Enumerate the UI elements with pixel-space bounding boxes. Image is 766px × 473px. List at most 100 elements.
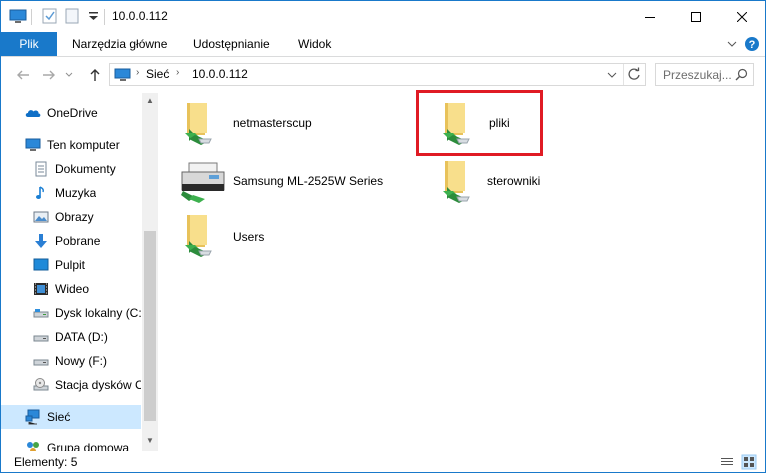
close-button[interactable] — [719, 1, 765, 32]
up-button[interactable] — [85, 66, 105, 84]
title-divider — [104, 9, 105, 25]
item-label: Users — [233, 230, 265, 244]
arrow-left-icon — [17, 70, 29, 80]
nav-item-cd-drive[interactable]: Stacja dysków C — [1, 373, 141, 397]
chevron-down-icon — [727, 41, 737, 47]
nav-item-network[interactable]: Sieć — [1, 405, 141, 429]
item-count: Elementy: 5 — [14, 455, 78, 469]
item-label: netmasterscup — [233, 116, 312, 130]
video-icon — [34, 283, 48, 295]
details-view-icon[interactable] — [719, 454, 735, 470]
tab-home[interactable]: Narzędzia główne — [60, 32, 179, 56]
tab-share[interactable]: Udostępnianie — [181, 32, 282, 56]
cd-drive-icon — [33, 378, 49, 391]
nav-item-drive-c[interactable]: Dysk lokalny (C:) — [1, 301, 141, 325]
content-item-sterowniki[interactable]: sterowniki — [437, 157, 587, 207]
downloads-icon — [35, 234, 47, 248]
search-input[interactable]: Przeszukaj... — [655, 63, 754, 86]
search-placeholder: Przeszukaj... — [663, 68, 732, 82]
network-icon — [25, 409, 40, 425]
crumb-separator: › — [136, 67, 140, 78]
nav-label: Ten komputer — [47, 138, 120, 152]
nav-item-homegroup[interactable]: Grupa domowa — [1, 436, 141, 451]
shared-folder-icon — [443, 161, 470, 203]
nav-item-this-pc[interactable]: Ten komputer — [1, 133, 141, 157]
network-icon — [114, 68, 131, 81]
this-pc-icon[interactable] — [9, 7, 27, 25]
nav-item-downloads[interactable]: Pobrane — [1, 229, 141, 253]
address-divider — [623, 64, 624, 85]
nav-scrollbar[interactable]: ▲ ▼ — [142, 93, 158, 451]
nav-item-drive-d[interactable]: DATA (D:) — [1, 325, 141, 349]
customize-qa-icon[interactable] — [85, 7, 103, 25]
nav-item-videos[interactable]: Wideo — [1, 277, 141, 301]
nav-label: Dokumenty — [55, 162, 116, 176]
nav-label: Muzyka — [55, 186, 97, 200]
tab-file[interactable]: Plik — [1, 32, 57, 56]
nav-item-drive-f[interactable]: Nowy (F:) — [1, 349, 141, 373]
chevron-down-icon — [65, 72, 73, 77]
pictures-icon — [33, 211, 49, 223]
printer-icon — [181, 162, 225, 203]
breadcrumb-network[interactable]: Sieć — [146, 67, 169, 81]
content-item-users[interactable]: Users — [179, 211, 329, 261]
navigation-pane: OneDrive Ten komputer Dokumenty Muzyka O… — [1, 93, 158, 451]
shared-folder-icon — [185, 215, 212, 257]
window-title: 10.0.0.112 — [112, 9, 168, 23]
nav-label: Nowy (F:) — [55, 354, 107, 368]
nav-item-documents[interactable]: Dokumenty — [1, 157, 141, 181]
nav-item-music[interactable]: Muzyka — [1, 181, 141, 205]
nav-item-desktop[interactable]: Pulpit — [1, 253, 141, 277]
recent-locations-button[interactable] — [63, 66, 75, 84]
scroll-down-button[interactable]: ▼ — [142, 433, 158, 449]
item-label: sterowniki — [487, 174, 541, 188]
help-icon: ? — [745, 37, 759, 51]
new-folder-icon[interactable] — [63, 7, 81, 25]
address-bar[interactable]: › Sieć › 10.0.0.112 — [109, 63, 646, 86]
address-history-button[interactable] — [607, 68, 619, 82]
homegroup-icon — [27, 442, 39, 451]
nav-label: Obrazy — [55, 210, 94, 224]
scroll-up-button[interactable]: ▲ — [142, 93, 158, 109]
drive-icon — [33, 359, 49, 366]
content-item-netmasterscup[interactable]: netmasterscup — [179, 99, 369, 149]
drive-icon — [33, 335, 49, 342]
address-row: › Sieć › 10.0.0.112 Przeszukaj... — [1, 58, 765, 92]
nav-label: Stacja dysków C — [55, 378, 141, 392]
properties-icon[interactable] — [41, 7, 59, 25]
content-item-printer[interactable]: Samsung ML-2525W Series — [179, 157, 429, 207]
arrow-right-icon — [43, 70, 55, 80]
nav-item-onedrive[interactable]: OneDrive — [1, 101, 141, 125]
scroll-thumb[interactable] — [144, 231, 156, 421]
maximize-button[interactable] — [673, 1, 719, 32]
nav-label: Wideo — [55, 282, 90, 296]
shared-folder-icon — [185, 103, 212, 145]
content-pane: netmasterscup pliki Samsung ML-2525W Ser… — [159, 90, 765, 451]
back-button[interactable] — [13, 66, 33, 84]
onedrive-icon — [25, 110, 41, 117]
nav-label: Pobrane — [55, 234, 101, 248]
refresh-icon — [628, 67, 640, 80]
item-label: Samsung ML-2525W Series — [233, 174, 384, 188]
minimize-button[interactable] — [627, 1, 673, 32]
crumb-separator: › — [176, 67, 180, 78]
computer-icon — [25, 138, 41, 151]
search-icon — [735, 68, 748, 81]
nav-item-pictures[interactable]: Obrazy — [1, 205, 141, 229]
tab-view[interactable]: Widok — [286, 32, 343, 56]
help-button[interactable]: ? — [744, 36, 760, 52]
breadcrumb-host[interactable]: 10.0.0.112 — [192, 67, 248, 81]
expand-ribbon-button[interactable] — [724, 36, 740, 52]
large-icons-view-icon[interactable] — [741, 454, 757, 470]
chevron-down-icon — [607, 72, 617, 78]
status-bar: Elementy: 5 — [1, 451, 765, 472]
maximize-icon — [691, 11, 701, 22]
nav-label: Grupa domowa — [47, 441, 130, 451]
forward-button[interactable] — [39, 66, 59, 84]
highlight-box — [416, 90, 543, 156]
nav-label: OneDrive — [47, 106, 98, 120]
explorer-window: 10.0.0.112 Plik Narzędzia główne Udostęp… — [0, 0, 766, 473]
nav-label: Dysk lokalny (C:) — [55, 306, 141, 320]
refresh-button[interactable] — [627, 67, 643, 83]
title-bar: 10.0.0.112 — [1, 1, 765, 32]
